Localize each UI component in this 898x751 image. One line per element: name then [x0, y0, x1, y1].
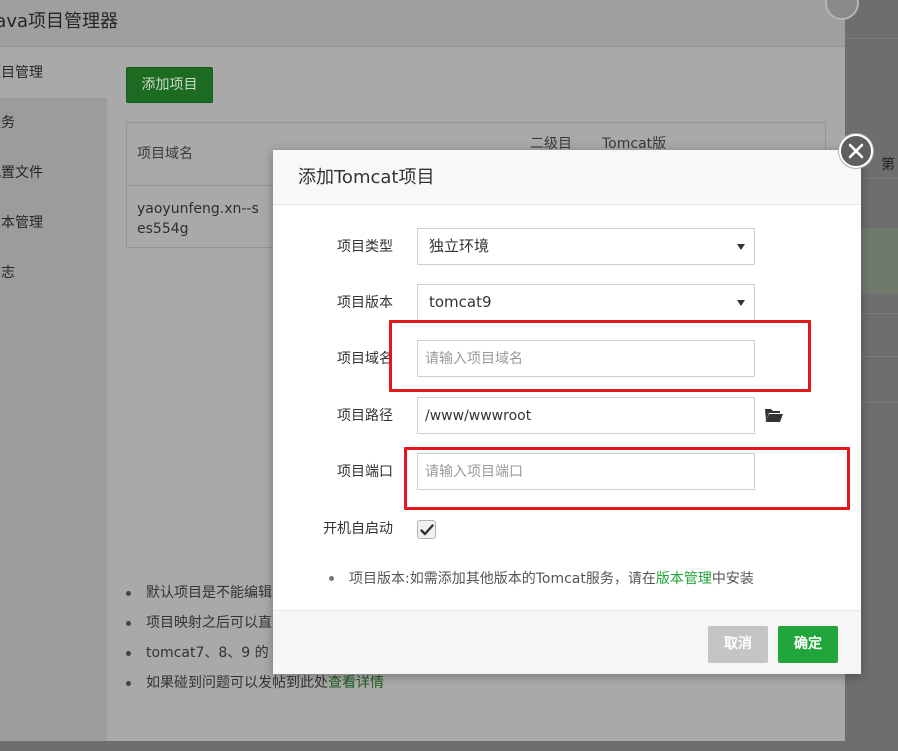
sidebar-item-log[interactable]: 日志 [0, 248, 107, 298]
label-project-type: 项目类型 [337, 239, 393, 255]
check-icon [420, 524, 434, 536]
row-project-path: 项目路径 [273, 397, 861, 435]
add-project-button[interactable]: 添加项目 [126, 67, 213, 103]
row-project-version: 项目版本 tomcat9 [273, 284, 861, 322]
background-sidebar: 项目管理 服务 配置文件 版本管理 日志 [0, 48, 107, 741]
version-management-link[interactable]: 版本管理 [656, 571, 712, 587]
table-row-domain: yaoyunfeng.xn--ses554g [137, 201, 259, 237]
project-type-select[interactable]: 独立环境 [417, 228, 755, 265]
note-item: 如果碰到问题可以发帖到此处查看详情 [126, 672, 426, 702]
project-port-input[interactable] [417, 453, 755, 490]
row-autostart: 开机自启动 [273, 516, 861, 542]
confirm-button[interactable]: 确定 [778, 626, 838, 663]
background-window-title: Java项目管理器 [0, 0, 845, 47]
project-path-input[interactable] [417, 397, 755, 434]
label-project-version: 项目版本 [337, 295, 393, 311]
project-version-value: tomcat9 [429, 293, 492, 311]
row-project-type: 项目类型 独立环境 [273, 228, 861, 266]
sidebar-item-project-management[interactable]: 项目管理 [0, 48, 107, 98]
sidebar-item-service[interactable]: 服务 [0, 98, 107, 148]
add-tomcat-project-dialog: 添加Tomcat项目 项目类型 独立环境 项目版本 tomcat9 项目域名 项… [273, 134, 873, 674]
sidebar-item-config-file[interactable]: 配置文件 [0, 148, 107, 198]
caret-down-icon [737, 244, 745, 250]
table-header-domain: 项目域名 [137, 146, 193, 162]
project-type-value: 独立环境 [429, 237, 490, 255]
view-details-link[interactable]: 查看详情 [328, 675, 384, 691]
version-tip: 项目版本:如需添加其他版本的Tomcat服务，请在版本管理中安装 [329, 568, 754, 588]
label-project-port: 项目端口 [337, 464, 393, 480]
dialog-footer: 取消 确定 [273, 610, 861, 674]
close-button[interactable] [839, 134, 873, 168]
sidebar-item-version-management[interactable]: 版本管理 [0, 198, 107, 248]
row-project-port: 项目端口 [273, 453, 861, 491]
caret-down-icon [737, 300, 745, 306]
label-project-path: 项目路径 [337, 408, 393, 424]
cancel-button[interactable]: 取消 [708, 626, 768, 663]
label-project-domain: 项目域名 [337, 351, 393, 367]
background-right-text: 第 [881, 157, 895, 173]
close-icon [848, 143, 864, 159]
label-autostart: 开机自启动 [323, 521, 393, 537]
row-project-domain: 项目域名 [273, 340, 861, 378]
folder-open-icon[interactable] [764, 407, 784, 423]
autostart-checkbox[interactable] [417, 520, 436, 539]
dialog-title: 添加Tomcat项目 [273, 150, 861, 205]
project-domain-input[interactable] [417, 340, 755, 377]
project-version-select[interactable]: tomcat9 [417, 284, 755, 321]
